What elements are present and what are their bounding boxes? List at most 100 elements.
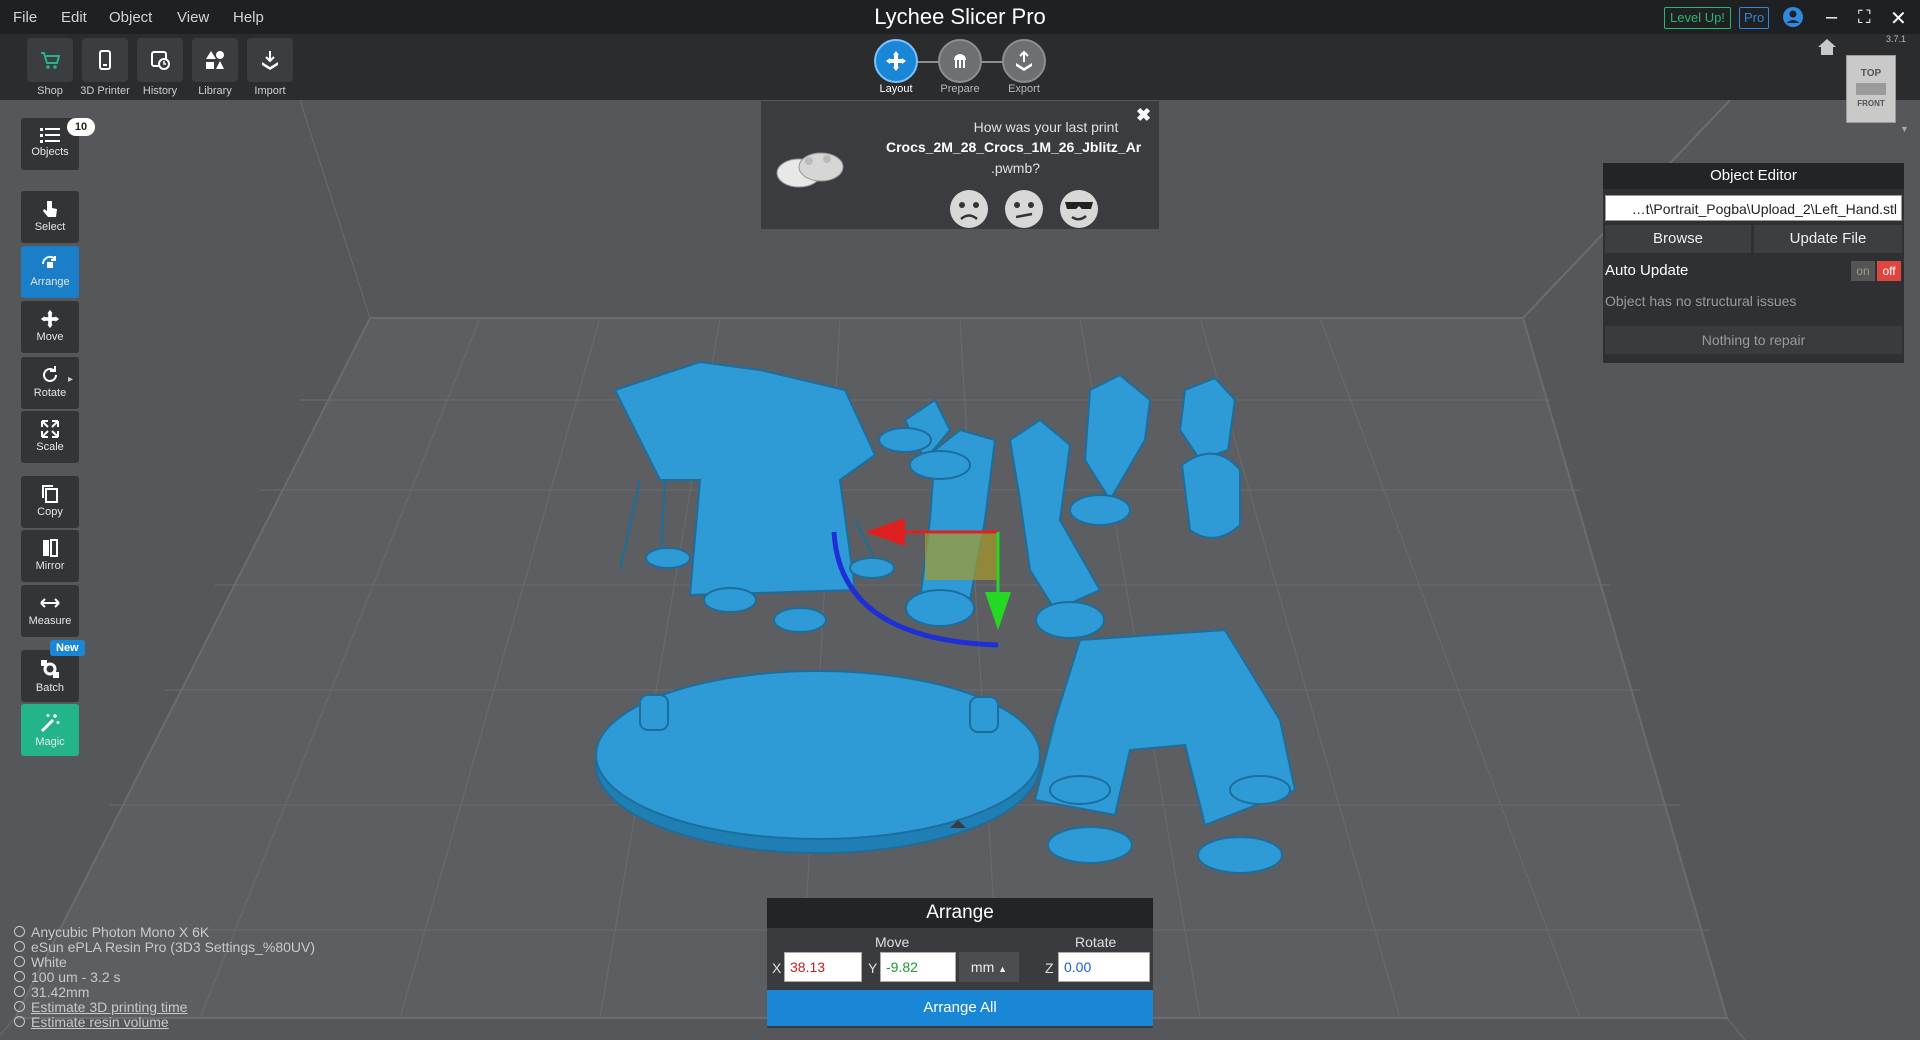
minimize-icon[interactable]: – [1826,6,1837,29]
status-layer: 100 um - 3.2 s [14,969,121,985]
step-prepare[interactable] [938,39,982,83]
view-cube-face [1856,83,1886,95]
app-title: Lychee Slicer Pro [874,4,1046,29]
tool-move[interactable]: Move [21,301,79,353]
clock-small-icon [14,1001,25,1012]
chevron-down-icon[interactable]: ▼ [1900,124,1909,134]
close-icon[interactable]: ✕ [1890,6,1907,31]
version-label: 3.7.1 [1886,34,1907,44]
move-x-input[interactable]: 38.13 [784,952,862,982]
mirror-icon [43,539,58,557]
printer-button[interactable] [82,38,128,82]
close-icon[interactable]: ✖ [1136,105,1151,126]
drop-small-icon [14,1016,25,1027]
height-small-icon [14,986,25,997]
status-color-text: White [31,954,67,970]
estimate-time-text[interactable]: Estimate 3D printing time [31,999,187,1015]
step-layout[interactable] [874,39,918,83]
feedback-extension: .pwmb? [991,160,1041,176]
unit-label: mm [970,959,995,975]
tool-magic[interactable]: Magic [21,704,79,756]
account-icon[interactable] [1782,6,1804,33]
printer-icon [99,50,111,70]
repair-button[interactable]: Nothing to repair [1605,326,1902,354]
auto-update-on[interactable]: on [1851,261,1875,281]
select-icon [43,201,57,217]
status-height: 31.42mm [14,984,89,1000]
move-arrows-icon [886,51,906,71]
resin-small-icon [14,941,25,952]
update-file-button[interactable]: Update File [1754,225,1902,253]
maximize-icon[interactable]: ⛶ [1858,7,1871,28]
tool-label-select: Select [34,221,66,233]
cart-icon [41,52,61,69]
step-export[interactable] [1002,39,1046,83]
tool-label-copy: Copy [37,506,63,518]
library-icon [206,51,224,69]
library-button[interactable] [192,38,238,82]
history-icon [151,51,170,70]
arrange-all-button[interactable]: Arrange All [767,990,1153,1026]
neutral-face-icon[interactable] [1004,189,1044,229]
arrange-panel: Arrange Move Rotate X 38.13 Y -9.82 mm ▲… [767,898,1153,1028]
tool-label-batch: Batch [35,682,65,694]
toolbar-label-import: Import [254,85,286,97]
move-y-input[interactable]: -9.82 [880,952,956,982]
layer-small-icon [14,971,25,982]
status-resin-text: eSun ePLA Resin Pro (3D3 Settings_%80UV) [31,939,316,955]
import-button[interactable] [247,38,293,82]
history-button[interactable] [137,38,183,82]
status-resin: eSun ePLA Resin Pro (3D3 Settings_%80UV) [14,939,315,955]
auto-update-off[interactable]: off [1877,261,1901,281]
pro-badge[interactable]: Pro [1739,7,1770,29]
status-printer: Anycubic Photon Mono X 6K [14,924,209,940]
tool-arrange[interactable]: Arrange [21,246,79,298]
browse-button[interactable]: Browse [1605,225,1751,253]
tool-measure[interactable]: Measure [21,585,79,637]
view-cube-top: TOP [1860,68,1882,79]
arrange-title: Arrange [767,898,1153,928]
file-path-field[interactable]: …t\Portrait_Pogba\Upload_2\Left_Hand.stl [1605,195,1902,221]
tool-label-mirror: Mirror [35,560,65,572]
step-label-layout: Layout [879,83,913,95]
menubar: File Edit Object View Help Lychee Slicer… [0,0,1920,34]
tool-batch[interactable]: Batch [21,650,79,702]
batch-icon [41,660,59,678]
toolbar: Shop 3D Printer History Library Import L… [0,34,1920,100]
export-icon [1016,50,1032,71]
tool-scale[interactable]: Scale [21,411,79,463]
estimate-resin-text[interactable]: Estimate resin volume [31,1014,169,1030]
tool-label-rotate: Rotate [33,387,67,399]
estimate-resin-link[interactable]: Estimate resin volume [14,1014,169,1030]
tool-mirror[interactable]: Mirror [21,530,79,582]
magic-wand-icon [40,714,60,733]
step-label-export: Export [1008,83,1040,95]
shop-button[interactable] [27,38,73,82]
status-color: White [14,954,67,970]
chevron-right-icon[interactable]: ▸ [68,374,73,385]
level-up-badge[interactable]: Level Up! [1664,7,1731,29]
rotate-z-input[interactable]: 0.00 [1058,952,1150,982]
support-icon [954,54,966,68]
printer-small-icon [14,926,25,937]
measure-icon [40,598,60,608]
auto-update-label: Auto Update [1605,262,1689,279]
z-axis-label: Z [1045,960,1054,976]
view-cube[interactable]: TOP FRONT [1846,55,1896,123]
tool-label-arrange: Arrange [30,276,70,288]
cool-face-icon[interactable] [1059,189,1099,229]
estimate-time-link[interactable]: Estimate 3D printing time [14,999,187,1015]
sad-face-icon[interactable] [949,189,989,229]
tool-label-objects: Objects [31,146,69,158]
move-label: Move [875,934,910,950]
status-printer-text: Anycubic Photon Mono X 6K [31,924,210,940]
copy-icon [42,485,58,503]
new-badge: New [50,640,85,656]
tool-select[interactable]: Select [21,191,79,243]
tool-copy[interactable]: Copy [21,476,79,528]
home-icon[interactable] [1817,38,1837,56]
objects-count-badge: 10 [67,118,95,136]
unit-select[interactable]: mm ▲ [959,952,1019,982]
scale-icon [41,420,59,438]
arrange-icon [41,255,56,268]
